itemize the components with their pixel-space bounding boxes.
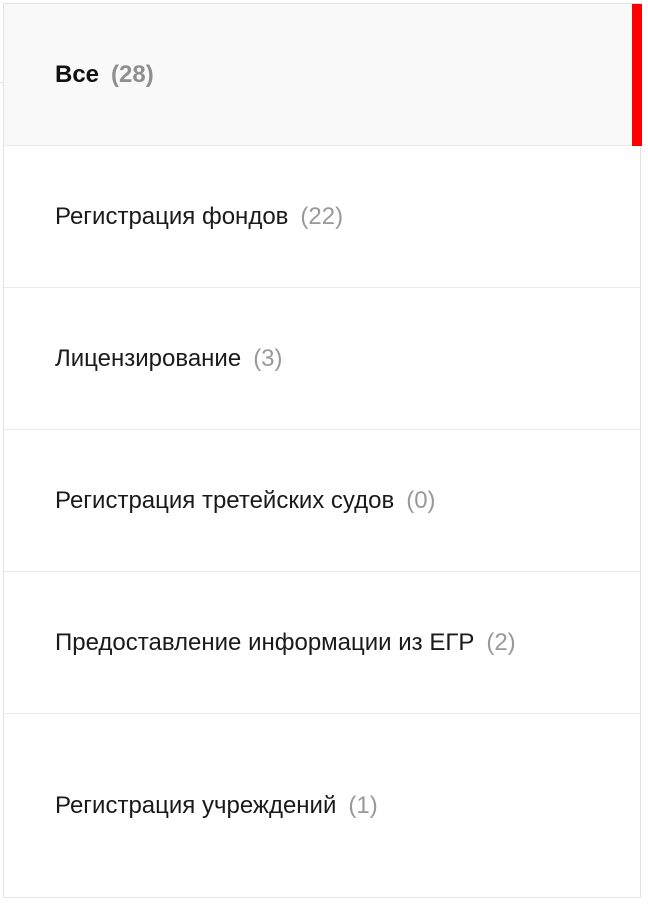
category-item-arbitration-courts[interactable]: Регистрация третейских судов (0) bbox=[4, 430, 640, 572]
category-item-egr-information[interactable]: Предоставление информации из ЕГР (2) bbox=[4, 572, 640, 714]
category-item-licensing[interactable]: Лицензирование (3) bbox=[4, 288, 640, 430]
category-count: (0) bbox=[406, 487, 436, 514]
category-item-text: Регистрация фондов (22) bbox=[55, 195, 343, 238]
category-item-text: Предоставление информации из ЕГР (2) bbox=[55, 621, 516, 664]
category-item-text: Лицензирование (3) bbox=[55, 337, 283, 380]
scrollbar-thumb[interactable] bbox=[632, 4, 642, 146]
category-count: (2) bbox=[486, 629, 516, 656]
category-item-text: Регистрация третейских судов (0) bbox=[55, 479, 436, 522]
category-item-text: Все (28) bbox=[55, 53, 154, 96]
category-item-text: Регистрация учреждений (1) bbox=[55, 784, 378, 827]
category-count: (22) bbox=[300, 203, 344, 230]
category-count: (1) bbox=[348, 791, 378, 819]
category-item-fund-registration[interactable]: Регистрация фондов (22) bbox=[4, 146, 640, 288]
category-count: (28) bbox=[111, 61, 154, 88]
category-list: Все (28) Регистрация фондов (22) Лицензиро… bbox=[4, 4, 640, 896]
category-label: Лицензирование bbox=[55, 345, 242, 372]
category-label: Регистрация фондов bbox=[55, 203, 289, 230]
category-count: (3) bbox=[253, 345, 283, 372]
category-label: Регистрация третейских судов bbox=[55, 487, 395, 514]
category-filter-panel: Все (28) Регистрация фондов (22) Лицензиро… bbox=[3, 3, 641, 898]
category-label: Все bbox=[55, 61, 100, 88]
category-label: Регистрация учреждений bbox=[55, 791, 337, 819]
category-item-institution-registration[interactable]: Регистрация учреждений (1) bbox=[4, 714, 640, 896]
category-item-all[interactable]: Все (28) bbox=[4, 4, 640, 146]
category-label: Предоставление информации из ЕГР bbox=[55, 629, 475, 656]
